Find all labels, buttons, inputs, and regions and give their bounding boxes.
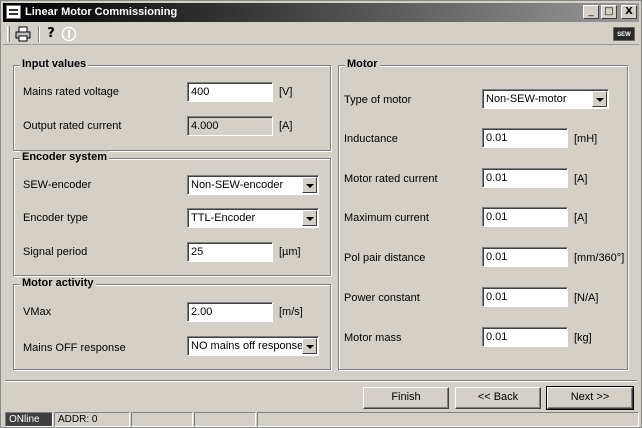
online-status: ONline (5, 412, 53, 427)
mains-off-select[interactable]: NO mains off response (187, 336, 319, 356)
window-controls: _ □ X (583, 5, 637, 19)
info-icon[interactable] (61, 26, 77, 42)
power-constant-input[interactable]: 0.01 (482, 287, 568, 307)
power-constant-label: Power constant (344, 292, 420, 304)
status-cell-empty (131, 412, 193, 427)
rated-current-input[interactable]: 0.01 (482, 168, 568, 188)
max-current-input[interactable]: 0.01 (482, 207, 568, 227)
motor-group: Motor Type of motor Non-SEW-motor Induct… (338, 58, 628, 370)
chevron-down-icon[interactable] (302, 177, 317, 193)
toolbar-grip (7, 26, 10, 42)
motor-mass-input[interactable]: 0.01 (482, 327, 568, 347)
encoder-type-label: Encoder type (23, 212, 88, 224)
motor-type-value: Non-SEW-motor (486, 93, 567, 105)
app-icon (6, 5, 21, 19)
output-current-field: 4.000 (187, 116, 273, 136)
chevron-down-icon[interactable] (302, 338, 317, 354)
pol-pair-unit: [mm/360°] (574, 252, 625, 264)
motor-mass-label: Motor mass (344, 332, 402, 344)
vmax-input[interactable]: 2.00 (187, 302, 273, 322)
motor-type-select[interactable]: Non-SEW-motor (482, 89, 609, 109)
toolbar-separator (38, 26, 40, 42)
address-status: ADDR: 0 (54, 412, 130, 427)
max-current-label: Maximum current (344, 212, 429, 224)
signal-period-input[interactable]: 25 (187, 242, 273, 262)
input-values-group: Input values Mains rated voltage 400 [V]… (13, 58, 331, 151)
sew-logo: SEW (613, 27, 635, 41)
inductance-input[interactable]: 0.01 (482, 128, 568, 148)
maximize-button[interactable]: □ (601, 5, 617, 19)
button-separator (5, 380, 637, 382)
input-values-title: Input values (20, 58, 89, 70)
encoder-system-title: Encoder system (20, 151, 109, 163)
motor-activity-group: Motor activity VMax 2.00 [m/s] Mains OFF… (13, 277, 331, 370)
mains-off-value: NO mains off response (191, 340, 304, 352)
motor-type-label: Type of motor (344, 94, 412, 106)
toolbar: ? SEW (3, 23, 639, 45)
rated-current-unit: [A] (574, 173, 588, 185)
rated-current-label: Motor rated current (344, 173, 438, 185)
encoder-type-value: TTL-Encoder (191, 212, 256, 224)
power-constant-unit: [N/A] (574, 292, 599, 304)
chevron-down-icon[interactable] (592, 91, 607, 107)
sew-encoder-label: SEW-encoder (23, 179, 92, 191)
motor-title: Motor (345, 58, 380, 70)
max-current-unit: [A] (574, 212, 588, 224)
pol-pair-label: Pol pair distance (344, 252, 426, 264)
inductance-unit: [mH] (574, 133, 598, 145)
motor-mass-unit: [kg] (574, 332, 592, 344)
vmax-label: VMax (23, 306, 52, 318)
sew-encoder-value: Non-SEW-encoder (191, 179, 284, 191)
status-bar: ONline ADDR: 0 (3, 411, 639, 427)
back-button[interactable]: << Back (455, 387, 541, 409)
mains-voltage-unit: [V] (279, 86, 293, 98)
mains-voltage-label: Mains rated voltage (23, 86, 119, 98)
app-window: Linear Motor Commissioning _ □ X ? SEW I… (0, 0, 642, 428)
printer-icon[interactable] (15, 26, 31, 42)
encoder-system-group: Encoder system SEW-encoder Non-SEW-encod… (13, 151, 331, 276)
signal-period-label: Signal period (23, 246, 88, 258)
help-question-icon[interactable]: ? (43, 26, 59, 42)
finish-button[interactable]: Finish (363, 387, 449, 409)
next-button[interactable]: Next >> (546, 386, 634, 410)
mains-off-label: Mains OFF response (23, 342, 126, 354)
pol-pair-input[interactable]: 0.01 (482, 247, 568, 267)
mains-voltage-input[interactable]: 400 (187, 82, 273, 102)
output-current-label: Output rated current (23, 120, 122, 132)
chevron-down-icon[interactable] (302, 210, 317, 226)
status-cell-empty (194, 412, 256, 427)
encoder-type-select[interactable]: TTL-Encoder (187, 208, 319, 228)
window-title: Linear Motor Commissioning (25, 6, 178, 18)
status-cell-empty (257, 412, 639, 427)
signal-period-unit: [µm] (279, 246, 301, 258)
motor-activity-title: Motor activity (20, 277, 96, 289)
vmax-unit: [m/s] (279, 306, 303, 318)
minimize-button[interactable]: _ (583, 5, 599, 19)
inductance-label: Inductance (344, 133, 398, 145)
sew-encoder-select[interactable]: Non-SEW-encoder (187, 175, 319, 195)
output-current-unit: [A] (279, 120, 293, 132)
close-button[interactable]: X (621, 5, 637, 19)
title-bar[interactable]: Linear Motor Commissioning _ □ X (3, 3, 639, 22)
